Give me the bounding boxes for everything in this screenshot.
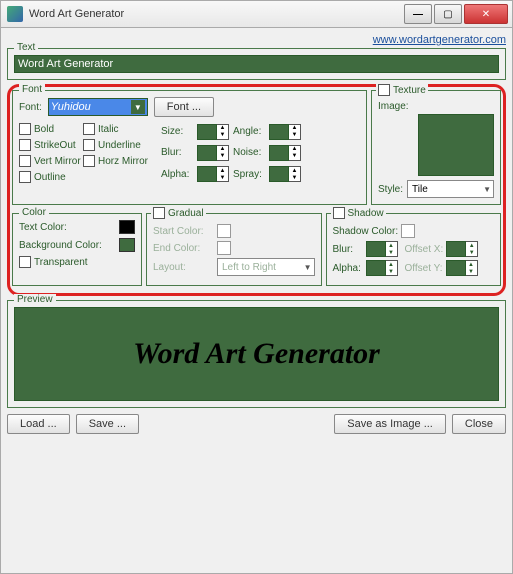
texture-group: Texture Image: Style: Tile▼ — [371, 90, 501, 205]
highlight-box: Font Font: Yuhidou ▼ Font ... Bold Itali… — [7, 84, 506, 296]
shadow-offsetx-label: Offset X: — [405, 244, 444, 255]
shadow-legend: Shadow — [348, 208, 384, 219]
alpha-spinner[interactable]: ▲▼ — [197, 166, 229, 182]
angle-spinner[interactable]: ▲▼ — [269, 124, 301, 140]
textcolor-swatch[interactable] — [119, 220, 135, 234]
chevron-down-icon: ▼ — [131, 100, 145, 114]
vertmirror-checkbox[interactable] — [19, 155, 31, 167]
save-button[interactable]: Save ... — [76, 414, 139, 434]
minimize-button[interactable]: — — [404, 4, 432, 24]
gradual-legend: Gradual — [168, 208, 204, 219]
shadow-group: Shadow Shadow Color: Blur: ▲▼ Offset X: … — [326, 213, 502, 286]
blur-spinner[interactable]: ▲▼ — [197, 145, 229, 161]
chevron-down-icon: ▼ — [304, 263, 312, 272]
font-selected: Yuhidou — [51, 101, 91, 113]
gradual-checkbox[interactable] — [153, 207, 165, 219]
window-title: Word Art Generator — [29, 8, 404, 20]
preview-legend: Preview — [14, 294, 56, 305]
alpha-label: Alpha: — [161, 169, 195, 180]
font-button[interactable]: Font ... — [154, 97, 214, 117]
texture-image-label: Image: — [378, 101, 409, 112]
gradual-start-swatch[interactable] — [217, 224, 231, 238]
shadow-offsetx-spinner[interactable]: ▲▼ — [446, 241, 478, 257]
transparent-label: Transparent — [34, 257, 88, 268]
shadow-color-swatch[interactable] — [401, 224, 415, 238]
preview-text: Word Art Generator — [133, 337, 380, 371]
text-input[interactable] — [14, 55, 499, 73]
font-combo[interactable]: Yuhidou ▼ — [48, 98, 148, 116]
close-button[interactable]: Close — [452, 414, 506, 434]
spray-spinner[interactable]: ▲▼ — [269, 166, 301, 182]
preview-group: Preview Word Art Generator — [7, 300, 506, 408]
bgcolor-swatch[interactable] — [119, 238, 135, 252]
shadow-color-label: Shadow Color: — [333, 226, 399, 237]
angle-label: Angle: — [233, 126, 267, 137]
app-icon — [7, 6, 23, 22]
texture-checkbox[interactable] — [378, 84, 390, 96]
text-legend: Text — [14, 42, 38, 53]
close-window-button[interactable]: ✕ — [464, 4, 508, 24]
color-group: Color Text Color: Background Color: Tran… — [12, 213, 142, 286]
spray-label: Spray: — [233, 169, 267, 180]
bgcolor-label: Background Color: — [19, 240, 102, 251]
gradual-start-label: Start Color: — [153, 226, 213, 237]
texture-style-label: Style: — [378, 184, 403, 195]
font-label: Font: — [19, 102, 42, 113]
gradual-end-label: End Color: — [153, 243, 213, 254]
gradual-layout-combo[interactable]: Left to Right▼ — [217, 258, 315, 276]
blur-label: Blur: — [161, 147, 195, 158]
strikeout-checkbox[interactable] — [19, 139, 31, 151]
italic-checkbox[interactable] — [83, 123, 95, 135]
horzmirror-label: Horz Mirror — [98, 156, 148, 167]
font-legend: Font — [19, 84, 45, 95]
shadow-blur-label: Blur: — [333, 244, 363, 255]
load-button[interactable]: Load ... — [7, 414, 70, 434]
gradual-group: Gradual Start Color: End Color: Layout: … — [146, 213, 322, 286]
size-spinner[interactable]: ▲▼ — [197, 124, 229, 140]
horzmirror-checkbox[interactable] — [83, 155, 95, 167]
shadow-offsety-label: Offset Y: — [405, 263, 443, 274]
bold-checkbox[interactable] — [19, 123, 31, 135]
website-link[interactable]: www.wordartgenerator.com — [7, 34, 506, 46]
texture-legend: Texture — [393, 85, 426, 96]
bold-label: Bold — [34, 124, 54, 135]
shadow-blur-spinner[interactable]: ▲▼ — [366, 241, 398, 257]
outline-checkbox[interactable] — [19, 171, 31, 183]
underline-label: Underline — [98, 140, 141, 151]
noise-label: Noise: — [233, 147, 267, 158]
strikeout-label: StrikeOut — [34, 140, 76, 151]
texture-style-combo[interactable]: Tile▼ — [407, 180, 494, 198]
texture-preview[interactable] — [418, 114, 494, 176]
save-as-image-button[interactable]: Save as Image ... — [334, 414, 446, 434]
titlebar: Word Art Generator — ▢ ✕ — [0, 0, 513, 28]
italic-label: Italic — [98, 124, 119, 135]
shadow-offsety-spinner[interactable]: ▲▼ — [446, 260, 478, 276]
noise-spinner[interactable]: ▲▼ — [269, 145, 301, 161]
gradual-layout-label: Layout: — [153, 262, 213, 273]
color-legend: Color — [19, 207, 49, 218]
shadow-checkbox[interactable] — [333, 207, 345, 219]
outline-label: Outline — [34, 172, 66, 183]
shadow-alpha-spinner[interactable]: ▲▼ — [366, 260, 398, 276]
transparent-checkbox[interactable] — [19, 256, 31, 268]
textcolor-label: Text Color: — [19, 222, 67, 233]
maximize-button[interactable]: ▢ — [434, 4, 462, 24]
size-label: Size: — [161, 126, 195, 137]
gradual-end-swatch[interactable] — [217, 241, 231, 255]
font-group: Font Font: Yuhidou ▼ Font ... Bold Itali… — [12, 90, 367, 205]
shadow-alpha-label: Alpha: — [333, 263, 363, 274]
vertmirror-label: Vert Mirror — [34, 156, 81, 167]
underline-checkbox[interactable] — [83, 139, 95, 151]
chevron-down-icon: ▼ — [483, 185, 491, 194]
text-group: Text — [7, 48, 506, 80]
preview-canvas: Word Art Generator — [14, 307, 499, 401]
